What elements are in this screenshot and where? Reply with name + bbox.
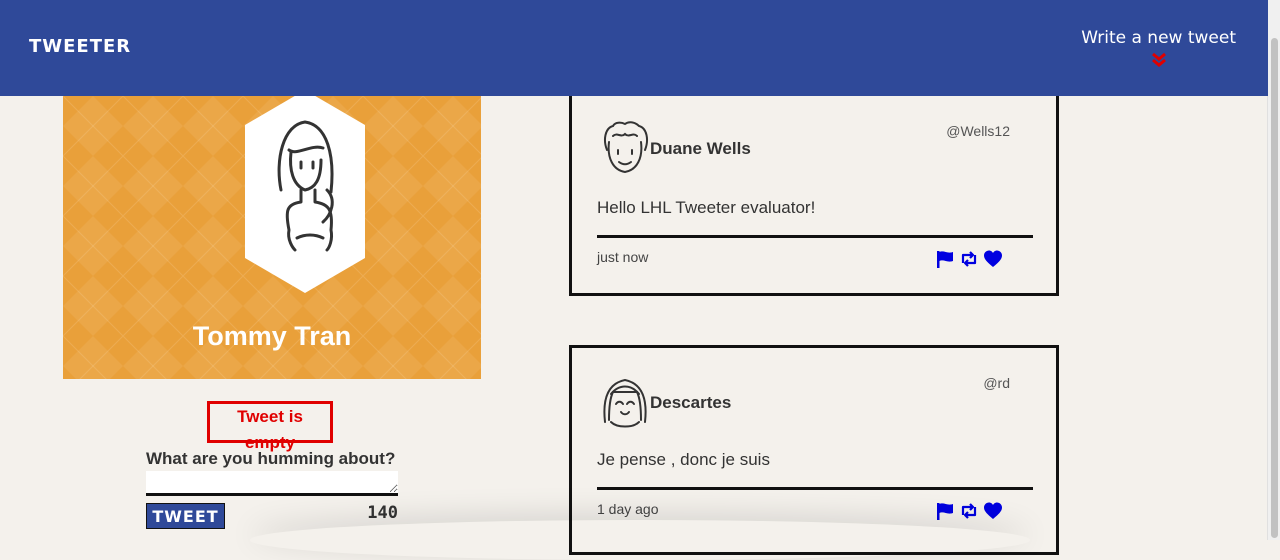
error-message: Tweet is empty: [207, 401, 333, 452]
tweet-content: Hello LHL Tweeter evaluator!: [597, 198, 816, 217]
tweet-content: Je pense , donc je suis: [597, 450, 770, 469]
tweet-textarea[interactable]: [146, 471, 398, 496]
brand-logo[interactable]: TWEETER: [29, 36, 131, 57]
curly-hair-avatar-icon: [604, 121, 648, 174]
tweet-actions: [935, 501, 1003, 521]
character-counter: 140: [367, 503, 398, 523]
heart-icon[interactable]: [983, 249, 1003, 269]
page-scrollbar[interactable]: [1267, 0, 1280, 540]
tweet-author-handle: @Wells12: [946, 123, 1010, 139]
flag-icon[interactable]: [935, 249, 955, 269]
bangs-hair-avatar-icon: [603, 378, 647, 428]
tweet-submit-button[interactable]: TWEET: [146, 503, 225, 529]
tweet-timestamp: just now: [597, 249, 649, 265]
tweet-author-name: Duane Wells: [650, 139, 751, 158]
write-new-tweet-button[interactable]: Write a new tweet: [1081, 28, 1236, 68]
heart-icon[interactable]: [983, 501, 1003, 521]
scrollbar-thumb[interactable]: [1271, 38, 1278, 538]
tweet-divider: [597, 487, 1033, 490]
top-navbar: TWEETER Write a new tweet: [0, 0, 1268, 96]
tweet-timestamp: 1 day ago: [597, 501, 659, 517]
write-new-tweet-label: Write a new tweet: [1081, 28, 1236, 48]
double-chevron-down-icon: [1151, 52, 1166, 67]
profile-header: Tommy Tran: [63, 96, 481, 379]
flag-icon[interactable]: [935, 501, 955, 521]
tweet-card: Descartes @rd Je pense , donc je suis 1 …: [569, 345, 1059, 555]
composer-prompt: What are you humming about?: [146, 449, 396, 468]
tweet-author-name: Descartes: [650, 393, 732, 412]
retweet-icon[interactable]: [959, 501, 979, 521]
tweet-actions: [935, 249, 1003, 269]
tweet-author-handle: @rd: [983, 375, 1010, 391]
tweet-divider: [597, 235, 1033, 238]
tweet-card: Duane Wells @Wells12 Hello LHL Tweeter e…: [569, 85, 1059, 296]
profile-avatar-icon: [245, 96, 365, 293]
retweet-icon[interactable]: [959, 249, 979, 269]
profile-name: Tommy Tran: [192, 321, 352, 351]
